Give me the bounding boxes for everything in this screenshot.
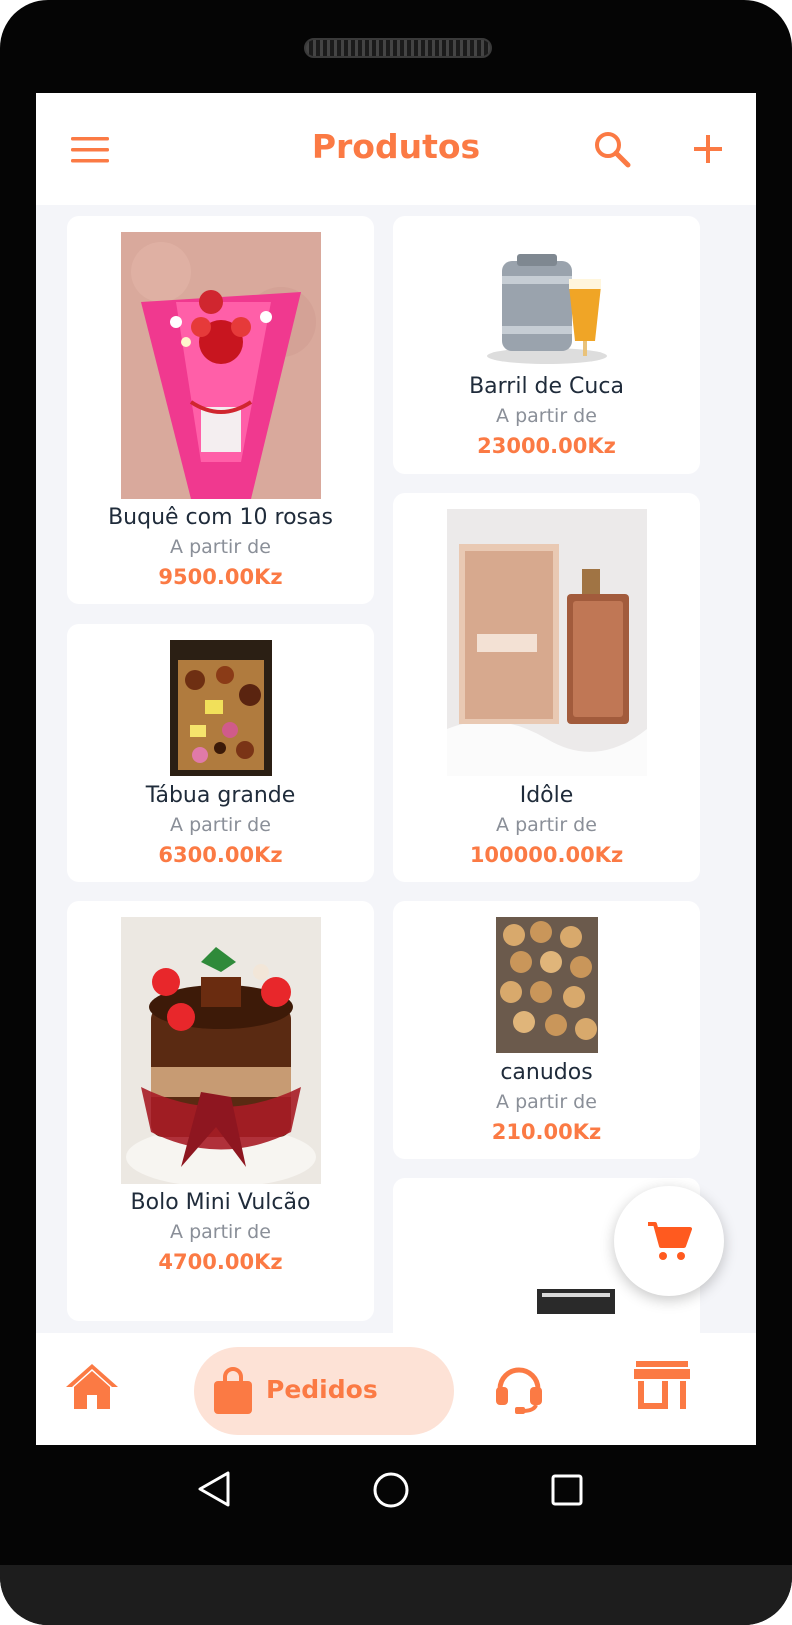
product-from-label: A partir de (170, 814, 271, 836)
product-name: Buquê com 10 rosas (108, 505, 333, 530)
product-price: 100000.00Kz (469, 843, 624, 867)
app-screen: Produtos Buquê com 10 rosas A partir de … (36, 93, 756, 1445)
phone-speaker (304, 38, 492, 58)
cart-icon (648, 1222, 692, 1260)
product-name: Barril de Cuca (469, 374, 624, 399)
bottom-navigation: Pedidos (36, 1333, 756, 1445)
product-image-bouquet (120, 232, 321, 499)
product-name: Tábua grande (145, 783, 296, 808)
product-price: 4700.00Kz (158, 1250, 283, 1274)
store-icon (634, 1361, 690, 1409)
product-card[interactable]: Idôle A partir de 100000.00Kz (393, 493, 700, 882)
nav-orders[interactable]: Pedidos (194, 1347, 454, 1435)
add-product-button[interactable] (688, 129, 728, 169)
product-price: 210.00Kz (491, 1120, 602, 1144)
cart-fab[interactable] (614, 1186, 724, 1296)
product-image-perfume (446, 509, 647, 776)
product-image-keg (486, 254, 607, 364)
nav-support[interactable] (492, 1359, 548, 1417)
product-image-canudos (495, 917, 598, 1053)
product-name: Bolo Mini Vulcão (130, 1190, 311, 1215)
phone-chin (0, 1565, 792, 1625)
top-app-bar: Produtos (36, 93, 756, 205)
home-circle-icon[interactable] (372, 1471, 410, 1509)
product-card[interactable]: canudos A partir de 210.00Kz (393, 901, 700, 1159)
search-button[interactable] (590, 127, 634, 171)
product-name: canudos (500, 1060, 593, 1085)
product-from-label: A partir de (496, 1091, 597, 1113)
product-card[interactable]: Bolo Mini Vulcão A partir de 4700.00Kz (67, 901, 374, 1321)
product-price: 9500.00Kz (158, 565, 283, 589)
product-from-label: A partir de (170, 1221, 271, 1243)
product-card[interactable]: Tábua grande A partir de 6300.00Kz (67, 624, 374, 882)
home-icon (66, 1364, 118, 1409)
product-from-label: A partir de (170, 536, 271, 558)
product-image-platter (169, 640, 272, 776)
product-name: Idôle (519, 783, 574, 808)
product-price: 23000.00Kz (477, 434, 616, 458)
plus-icon (694, 135, 722, 163)
product-from-label: A partir de (496, 405, 597, 427)
headset-icon (496, 1367, 542, 1414)
product-card[interactable]: Buquê com 10 rosas A partir de 9500.00Kz (67, 216, 374, 604)
search-icon (595, 132, 631, 168)
product-card[interactable]: Barril de Cuca A partir de 23000.00Kz (393, 216, 700, 474)
back-icon[interactable] (196, 1469, 232, 1509)
nav-store[interactable] (632, 1359, 692, 1415)
product-image-cake (120, 917, 321, 1184)
recents-icon[interactable] (550, 1473, 584, 1507)
product-price: 6300.00Kz (158, 843, 283, 867)
system-navigation-bar (0, 1445, 792, 1545)
nav-orders-label: Pedidos (266, 1375, 378, 1404)
product-from-label: A partir de (496, 814, 597, 836)
nav-home[interactable] (64, 1361, 120, 1417)
page-title: Produtos (311, 127, 481, 166)
shopping-bag-icon (214, 1367, 252, 1414)
